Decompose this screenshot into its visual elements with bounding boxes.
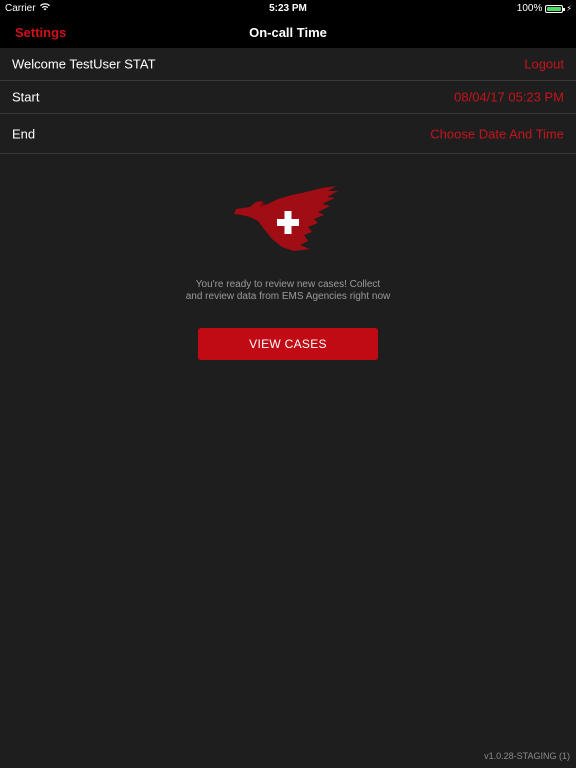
- charging-bolt-icon: ⚡: [566, 3, 572, 13]
- start-label: Start: [12, 89, 40, 105]
- battery-level-fill: [547, 6, 562, 11]
- welcome-label: Welcome TestUser STAT: [12, 56, 156, 72]
- start-datetime-value[interactable]: 08/04/17 05:23 PM: [454, 90, 564, 105]
- page-title: On-call Time: [249, 25, 327, 40]
- ready-message-line-2: and review data from EMS Agencies right …: [185, 291, 391, 302]
- battery-icon: [545, 4, 566, 13]
- end-row[interactable]: End Choose Date And Time: [0, 114, 576, 154]
- logout-button[interactable]: Logout: [524, 57, 564, 72]
- ready-message-line-1: You're ready to review new cases! Collec…: [195, 279, 381, 290]
- version-label: v1.0.28-STAGING (1): [484, 751, 570, 761]
- status-time: 5:23 PM: [269, 3, 307, 14]
- end-datetime-picker[interactable]: Choose Date And Time: [430, 126, 564, 141]
- start-row[interactable]: Start 08/04/17 05:23 PM: [0, 81, 576, 114]
- navigation-bar: Settings On-call Time: [0, 18, 576, 48]
- battery-status: 100% ⚡: [517, 3, 572, 14]
- view-cases-button[interactable]: VIEW CASES: [198, 328, 378, 360]
- welcome-row: Welcome TestUser STAT Logout: [0, 48, 576, 81]
- status-bar: Carrier 5:23 PM 100% ⚡: [0, 0, 576, 18]
- battery-percent: 100%: [516, 3, 543, 14]
- end-label: End: [12, 126, 36, 141]
- on-call-settings-list: Welcome TestUser STAT Logout Start 08/04…: [0, 48, 576, 154]
- eagle-cross-logo-icon: [232, 185, 342, 253]
- ready-message: You're ready to review new cases! Collec…: [0, 279, 576, 303]
